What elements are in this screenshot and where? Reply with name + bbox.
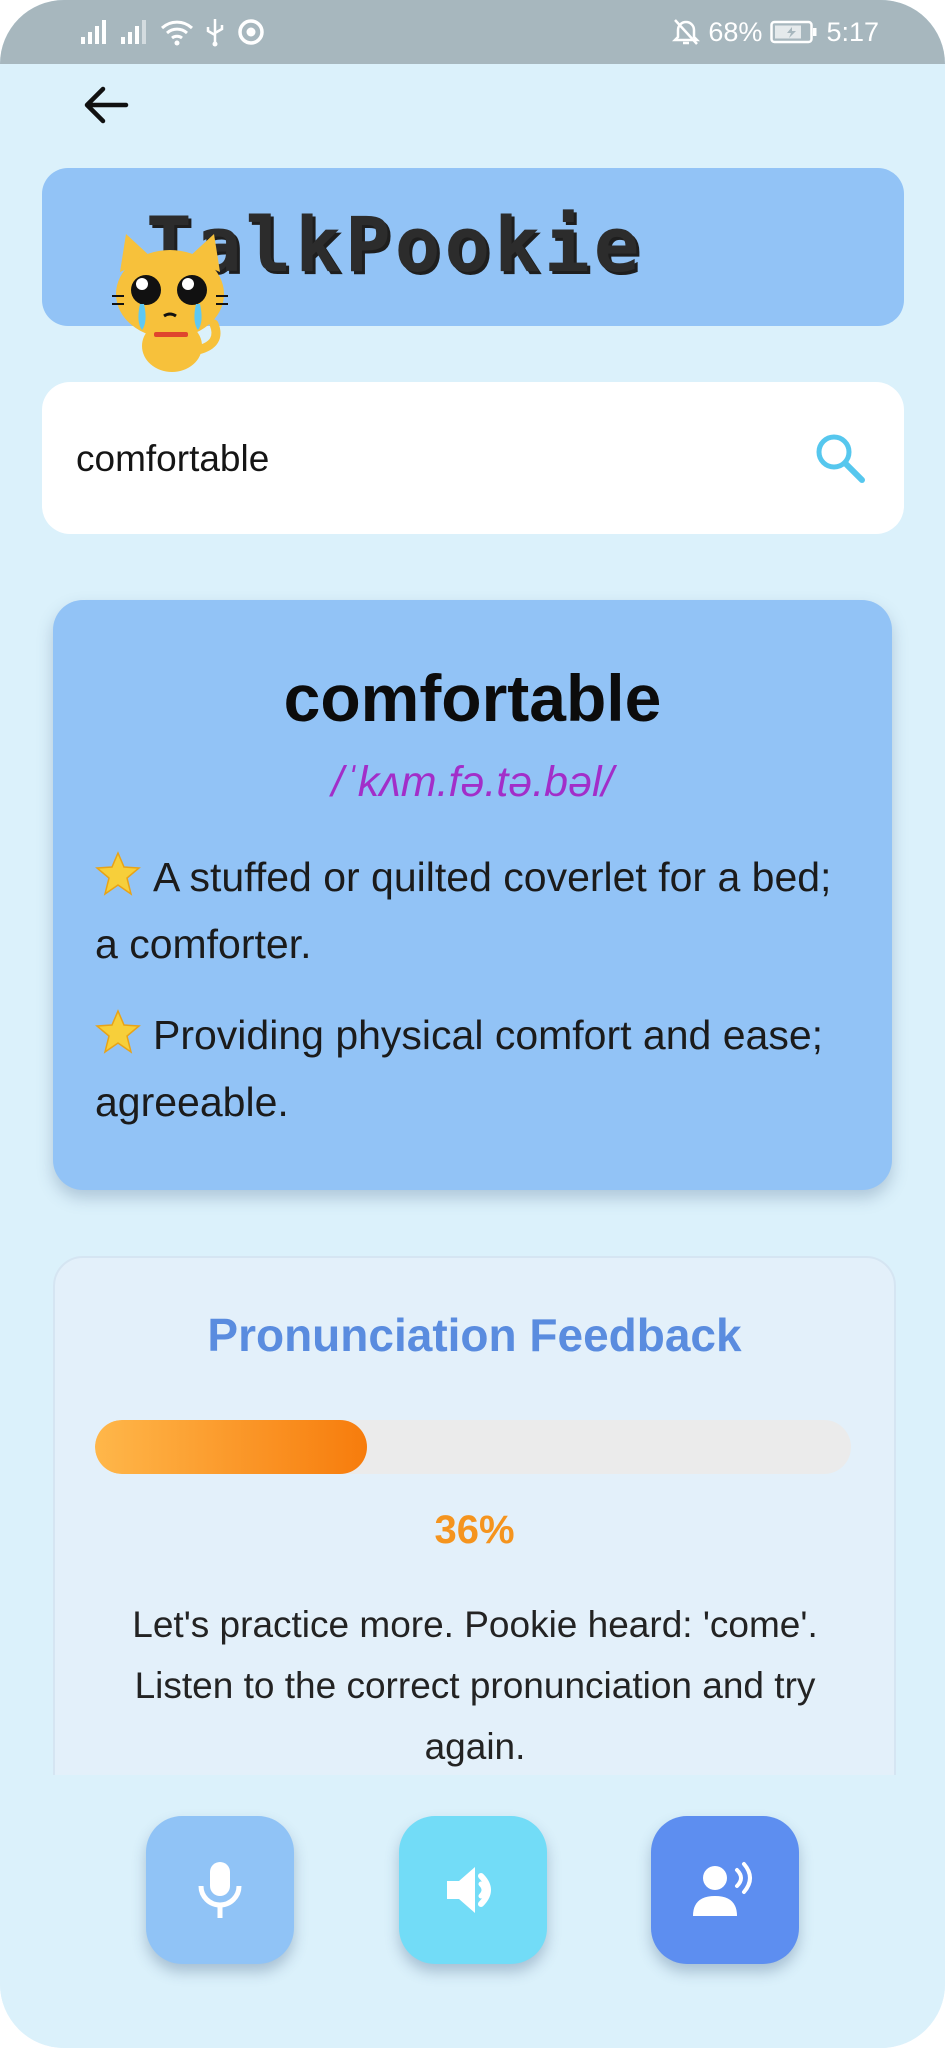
speaker-icon — [447, 1867, 491, 1913]
score-progress-fill — [95, 1420, 368, 1474]
usb-icon — [206, 19, 224, 47]
battery-icon — [770, 20, 817, 44]
search-bar — [42, 382, 904, 534]
definition-text: Providing physical comfort and ease; agr… — [95, 1012, 824, 1125]
feedback-title: Pronunciation Feedback — [207, 1309, 742, 1361]
star-icon — [95, 1009, 141, 1054]
microphone-icon — [198, 1862, 242, 1918]
signal-icon-2 — [121, 20, 146, 44]
wifi-icon — [160, 20, 194, 46]
score-percent: 36% — [434, 1508, 515, 1552]
definition-item: A stuffed or quilted coverlet for a bed;… — [95, 844, 865, 978]
record-button[interactable] — [146, 1816, 294, 1964]
definition-item: Providing physical comfort and ease; agr… — [95, 1002, 865, 1136]
crying-cat-mascot — [112, 234, 228, 372]
search-input[interactable] — [74, 418, 778, 500]
definition-text: A stuffed or quilted coverlet for a bed;… — [95, 854, 832, 967]
arrow-left-icon — [84, 86, 129, 124]
definition-card: comfortable /ˈkʌm.fə.tə.bəl/ A stuffed o… — [53, 600, 892, 1190]
feedback-message: Let's practice more. Pookie heard: 'come… — [132, 1604, 818, 1767]
battery-percent: 68% — [708, 16, 763, 47]
search-icon[interactable] — [812, 430, 868, 486]
signal-icon — [81, 20, 106, 44]
back-button[interactable] — [76, 80, 136, 130]
status-left-icons — [80, 14, 266, 50]
status-bar: 68% 5:17 — [0, 0, 945, 64]
status-right: 68% 5:17 — [672, 14, 879, 50]
app-title: TalkPookie — [146, 200, 644, 289]
mute-icon — [672, 19, 701, 45]
person-voice-icon — [693, 1862, 752, 1916]
play-pronunciation-button[interactable] — [399, 1816, 547, 1964]
word-heading: comfortable — [283, 661, 662, 735]
status-time: 5:17 — [826, 16, 879, 47]
score-progress-bar — [95, 1420, 851, 1474]
app-screen: 68% 5:17 TalkPookie comfortable /ˈkʌm.fə… — [0, 0, 945, 2048]
pronunciation-feedback-card: Pronunciation Feedback 36% Let's practic… — [53, 1256, 896, 1820]
voice-mode-button[interactable] — [651, 1816, 799, 1964]
star-icon — [95, 851, 141, 896]
phonetic-transcription: /ˈkʌm.fə.tə.bəl/ — [331, 758, 614, 806]
sync-icon — [238, 19, 264, 45]
